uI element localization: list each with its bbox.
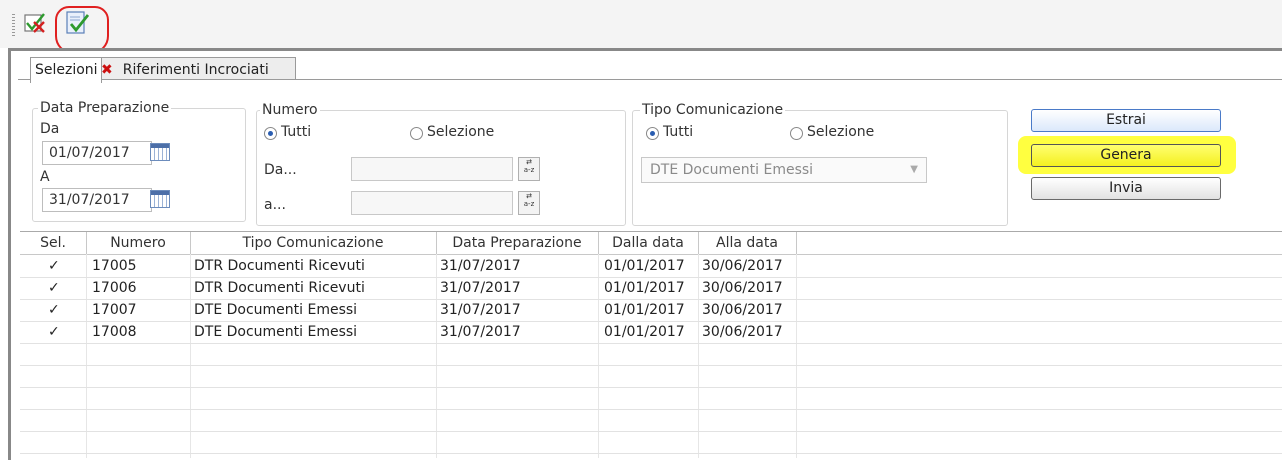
numero-selezione-radio[interactable] (410, 127, 423, 140)
numero-tutti-label: Tutti (281, 124, 312, 140)
grid-header: Sel. Numero Tipo Comunicazione Data Prep… (20, 232, 1282, 255)
cell-tipo: DTR Documenti Ricevuti (194, 258, 365, 274)
data-preparazione-title: Data Preparazione (38, 100, 172, 116)
sort-az-label: a-z (523, 200, 535, 208)
cell-tipo: DTR Documenti Ricevuti (194, 280, 365, 296)
numero-title: Numero (260, 102, 320, 118)
column-header-dalla-data[interactable]: Dalla data (598, 232, 699, 254)
table-row[interactable]: ✓ 17008 DTE Documenti Emessi 31/07/2017 … (20, 321, 1282, 344)
column-header-alla-data[interactable]: Alla data (698, 232, 797, 254)
cell-data-preparazione: 31/07/2017 (440, 302, 521, 318)
numero-to-label: a... (264, 197, 286, 213)
cell-numero: 17006 (92, 280, 137, 296)
empty-row (20, 343, 1282, 366)
cell-data-preparazione: 31/07/2017 (440, 280, 521, 296)
estrai-button[interactable]: Estrai (1031, 109, 1221, 132)
calendar-icon[interactable] (150, 190, 170, 208)
cell-dalla-data: 01/01/2017 (604, 324, 685, 340)
to-date-field[interactable]: 31/07/2017 (42, 188, 152, 212)
empty-row (20, 409, 1282, 432)
from-date-label: Da (40, 121, 60, 137)
numero-from-input[interactable] (351, 157, 513, 181)
sort-az-label: a-z (523, 166, 535, 174)
numero-to-input[interactable] (351, 191, 513, 215)
sort-az-button[interactable]: ⇄ a-z (518, 191, 540, 215)
tipo-tutti-label: Tutti (663, 124, 694, 140)
column-header-tipo[interactable]: Tipo Comunicazione (190, 232, 437, 254)
table-row[interactable]: ✓ 17005 DTR Documenti Ricevuti 31/07/201… (20, 255, 1282, 278)
cell-data-preparazione: 31/07/2017 (440, 324, 521, 340)
cell-alla-data: 30/06/2017 (702, 258, 783, 274)
tipo-selezione-label: Selezione (807, 124, 875, 140)
tab-label: Selezioni (35, 62, 98, 78)
empty-row (20, 387, 1282, 410)
numero-selezione-label: Selezione (427, 124, 495, 140)
tipo-tutti-radio[interactable] (646, 127, 659, 140)
tipo-comunicazione-title: Tipo Comunicazione (640, 102, 786, 118)
select-value: DTE Documenti Emessi (650, 162, 814, 178)
cell-dalla-data: 01/01/2017 (604, 280, 685, 296)
row-check-icon[interactable]: ✓ (48, 299, 60, 321)
tab-selezioni[interactable]: Selezioni (30, 57, 102, 83)
row-check-icon[interactable]: ✓ (48, 255, 60, 277)
toolbar-grip[interactable] (12, 14, 15, 38)
empty-row (20, 365, 1282, 388)
annotation-circle (55, 6, 109, 54)
cell-tipo: DTE Documenti Emessi (194, 302, 358, 318)
invia-button[interactable]: Invia (1031, 177, 1221, 200)
table-row[interactable]: ✓ 17006 DTR Documenti Ricevuti 31/07/201… (20, 277, 1282, 300)
genera-button[interactable]: Genera (1031, 144, 1221, 167)
numero-from-label: Da... (264, 162, 297, 178)
red-x-icon: ✖ (101, 62, 113, 78)
results-grid: Sel. Numero Tipo Comunicazione Data Prep… (20, 231, 1282, 458)
deselect-check-icon[interactable] (22, 10, 48, 36)
empty-row (20, 431, 1282, 454)
cell-dalla-data: 01/01/2017 (604, 258, 685, 274)
table-row[interactable]: ✓ 17007 DTE Documenti Emessi 31/07/2017 … (20, 299, 1282, 322)
cell-dalla-data: 01/01/2017 (604, 302, 685, 318)
column-header-numero[interactable]: Numero (86, 232, 191, 254)
cell-alla-data: 30/06/2017 (702, 324, 783, 340)
tab-label: Riferimenti Incrociati (122, 62, 269, 78)
chevron-down-icon: ▼ (910, 164, 918, 175)
cell-numero: 17005 (92, 258, 137, 274)
row-check-icon[interactable]: ✓ (48, 277, 60, 299)
tipo-selezione-radio[interactable] (790, 127, 803, 140)
sort-az-button[interactable]: ⇄ a-z (518, 157, 540, 181)
cell-numero: 17007 (92, 302, 137, 318)
cell-alla-data: 30/06/2017 (702, 280, 783, 296)
cell-alla-data: 30/06/2017 (702, 302, 783, 318)
numero-tutti-radio[interactable] (264, 127, 277, 140)
calendar-icon[interactable] (150, 143, 170, 161)
column-header-data-preparazione[interactable]: Data Preparazione (436, 232, 599, 254)
from-date-field[interactable]: 01/07/2017 (42, 141, 152, 165)
column-header-sel[interactable]: Sel. (20, 232, 87, 254)
toolbar (0, 0, 1282, 54)
cell-data-preparazione: 31/07/2017 (440, 258, 521, 274)
tipo-comunicazione-select[interactable]: DTE Documenti Emessi ▼ (641, 157, 927, 183)
to-date-label: A (40, 169, 50, 185)
cell-tipo: DTE Documenti Emessi (194, 324, 358, 340)
cell-numero: 17008 (92, 324, 137, 340)
row-check-icon[interactable]: ✓ (48, 321, 60, 343)
